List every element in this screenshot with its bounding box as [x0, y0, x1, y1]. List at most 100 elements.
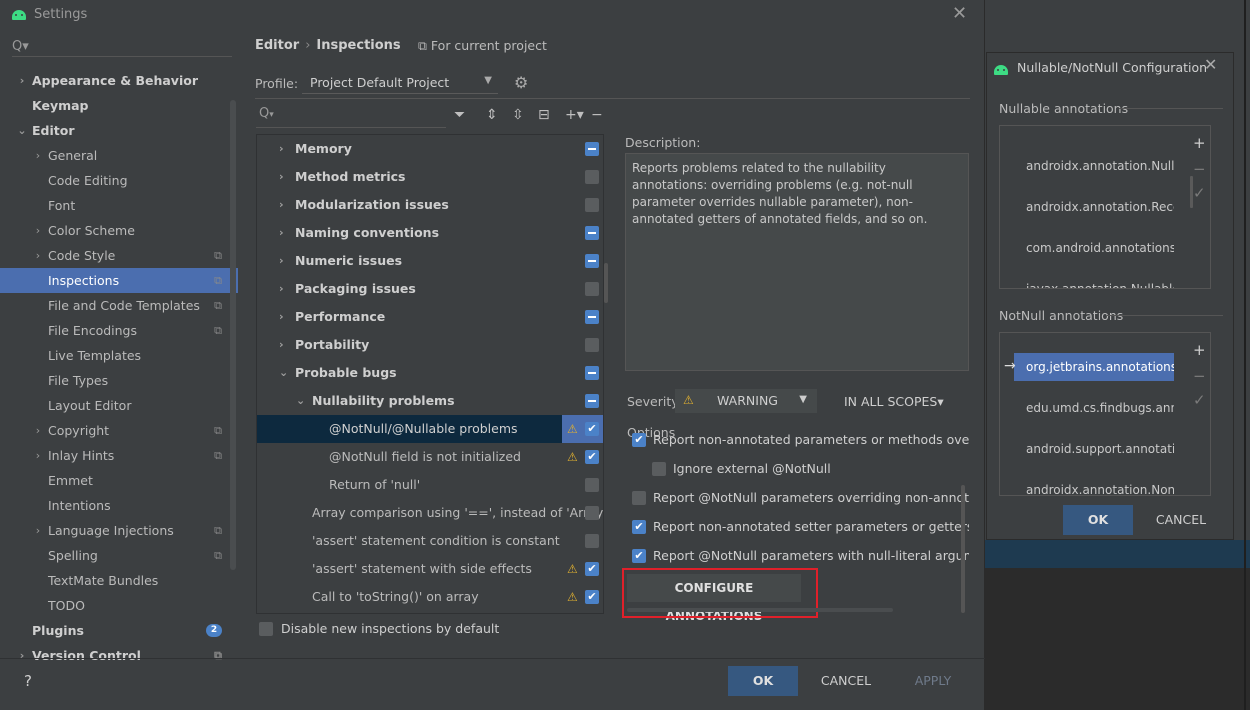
close-icon[interactable]: ✕	[1204, 55, 1217, 74]
tree-row[interactable]: 'assert' statement with side effects ⚠ ✔	[257, 555, 603, 583]
checkbox[interactable]	[632, 491, 646, 505]
tree-row-checkbox[interactable]	[585, 394, 599, 408]
tree-row-checkbox[interactable]	[585, 282, 599, 296]
annotation-item[interactable]: android.support.annotation.Nc	[1014, 435, 1174, 463]
cancel-button[interactable]: CANCEL	[810, 666, 882, 696]
tree-row-checkbox[interactable]	[585, 226, 599, 240]
chevron-right-icon[interactable]: ›	[279, 303, 284, 331]
remove-icon[interactable]: −	[1193, 367, 1206, 385]
sidebar-item[interactable]: Emmet	[0, 468, 238, 493]
chevron-right-icon[interactable]: ›	[32, 218, 44, 243]
tree-row[interactable]: Return of 'null'	[257, 471, 603, 499]
sidebar-item[interactable]: Spelling ⧉	[0, 543, 238, 568]
tree-row[interactable]: › Method metrics	[257, 163, 603, 191]
chevron-right-icon[interactable]: ›	[32, 443, 44, 468]
chevron-right-icon[interactable]: ›	[32, 143, 44, 168]
tree-row-checkbox[interactable]	[585, 366, 599, 380]
remove-icon[interactable]: −	[591, 107, 603, 123]
sidebar-item[interactable]: Code Editing	[0, 168, 238, 193]
breadcrumb-parent[interactable]: Editor	[255, 38, 299, 53]
annotation-item[interactable]: androidx.annotation.Nullable	[1014, 152, 1174, 180]
scopes-dropdown[interactable]: IN ALL SCOPES▾	[844, 394, 944, 409]
sidebar-item[interactable]: › General	[0, 143, 238, 168]
tree-row-checkbox[interactable]	[585, 534, 599, 548]
remove-icon[interactable]: −	[1193, 160, 1206, 178]
tree-row[interactable]: 'assert' statement condition is constant	[257, 527, 603, 555]
sidebar-item[interactable]: Plugins 2	[0, 618, 238, 643]
chevron-right-icon[interactable]: ›	[32, 418, 44, 443]
close-icon[interactable]: ✕	[952, 3, 967, 24]
sidebar-item[interactable]: Live Templates	[0, 343, 238, 368]
sidebar-item[interactable]: › Appearance & Behavior	[0, 68, 238, 93]
tree-row[interactable]: Array comparison using '==', instead of …	[257, 499, 603, 527]
annotation-item[interactable]: org.jetbrains.annotations.NotN	[1014, 353, 1174, 381]
sidebar-item[interactable]: Layout Editor	[0, 393, 238, 418]
tree-row[interactable]: ⌄ Probable bugs	[257, 359, 603, 387]
chevron-right-icon[interactable]: ›	[279, 247, 284, 275]
sidebar-item[interactable]: Keymap	[0, 93, 238, 118]
sidebar-item[interactable]: Inspections ⧉	[0, 268, 238, 293]
tree-row[interactable]: › Portability	[257, 331, 603, 359]
checkbox[interactable]: ✔	[632, 520, 646, 534]
sidebar-item[interactable]: TextMate Bundles	[0, 568, 238, 593]
sidebar-item[interactable]: File Encodings ⧉	[0, 318, 238, 343]
tree-row-checkbox[interactable]	[585, 506, 599, 520]
tree-row[interactable]: @NotNull field is not initialized ⚠ ✔	[257, 443, 603, 471]
chevron-down-icon[interactable]: ⌄	[16, 118, 28, 143]
chevron-right-icon[interactable]: ›	[16, 68, 28, 93]
add-icon[interactable]: +	[1193, 134, 1206, 152]
sidebar-item[interactable]: Font	[0, 193, 238, 218]
profile-dropdown[interactable]: Project Default Project ▼	[302, 72, 498, 94]
chevron-right-icon[interactable]: ›	[279, 163, 284, 191]
chevron-down-icon[interactable]: ⌄	[279, 359, 288, 387]
check-icon[interactable]: ✓	[1193, 184, 1206, 202]
tree-row-checkbox[interactable]: ✔	[585, 450, 599, 464]
sidebar-item[interactable]: › Color Scheme	[0, 218, 238, 243]
options-scrollbar[interactable]	[961, 485, 965, 613]
cancel-button[interactable]: CANCEL	[1145, 505, 1217, 535]
tree-row[interactable]: › Memory	[257, 135, 603, 163]
expand-all-icon[interactable]: ⇕	[486, 107, 498, 123]
filter-icon[interactable]: ⏷	[454, 107, 465, 123]
chevron-right-icon[interactable]: ›	[279, 135, 284, 163]
tree-row[interactable]: › Performance	[257, 303, 603, 331]
apply-button[interactable]: APPLY	[900, 666, 966, 696]
checkbox[interactable]: ✔	[632, 433, 646, 447]
checkbox[interactable]	[259, 622, 273, 636]
tree-row[interactable]: @NotNull/@Nullable problems ⚠ ✔	[257, 415, 603, 443]
sidebar-item[interactable]: TODO	[0, 593, 238, 618]
tree-row[interactable]: Call to 'toString()' on array ⚠ ✔	[257, 583, 603, 611]
annotation-item[interactable]: androidx.annotation.NonNull	[1014, 476, 1174, 495]
ok-button[interactable]: OK	[728, 666, 798, 696]
annotation-item[interactable]: javax.annotation.Nullable	[1014, 275, 1174, 288]
inspection-search-input[interactable]: Q▾	[256, 106, 446, 128]
sidebar-item[interactable]: File and Code Templates ⧉	[0, 293, 238, 318]
sidebar-item[interactable]: › Language Injections ⧉	[0, 518, 238, 543]
add-icon[interactable]: +	[1193, 341, 1206, 359]
tree-row-checkbox[interactable]	[585, 142, 599, 156]
tree-row-checkbox[interactable]: ✔	[585, 590, 599, 604]
add-icon[interactable]: +▾	[565, 107, 584, 123]
chevron-right-icon[interactable]: ›	[32, 243, 44, 268]
sidebar-scrollbar[interactable]	[230, 100, 236, 570]
tree-row-checkbox[interactable]	[585, 254, 599, 268]
sidebar-search-input[interactable]: Q▾	[12, 39, 232, 57]
tree-row-checkbox[interactable]	[585, 338, 599, 352]
tree-row-checkbox[interactable]: ✔	[585, 422, 599, 436]
chevron-down-icon[interactable]: ⌄	[296, 387, 305, 415]
options-horizontal-scrollbar[interactable]	[627, 608, 893, 612]
ok-button[interactable]: OK	[1063, 505, 1133, 535]
annotation-item[interactable]: com.android.annotations.Null	[1014, 234, 1174, 262]
help-button[interactable]: ?	[24, 672, 32, 690]
tree-row-checkbox[interactable]	[585, 198, 599, 212]
collapse-all-icon[interactable]: ⇳	[512, 107, 524, 123]
chevron-right-icon[interactable]: ›	[279, 219, 284, 247]
tree-row[interactable]: › Modularization issues	[257, 191, 603, 219]
chevron-right-icon[interactable]: ›	[279, 191, 284, 219]
tree-row-checkbox[interactable]	[585, 170, 599, 184]
checkbox[interactable]: ✔	[632, 549, 646, 563]
sidebar-item[interactable]: › Code Style ⧉	[0, 243, 238, 268]
tree-scrollbar[interactable]	[604, 263, 608, 303]
annotation-item[interactable]: androidx.annotation.RecentlyN	[1014, 193, 1174, 221]
severity-dropdown[interactable]: ⚠ WARNING ▼	[675, 389, 817, 413]
